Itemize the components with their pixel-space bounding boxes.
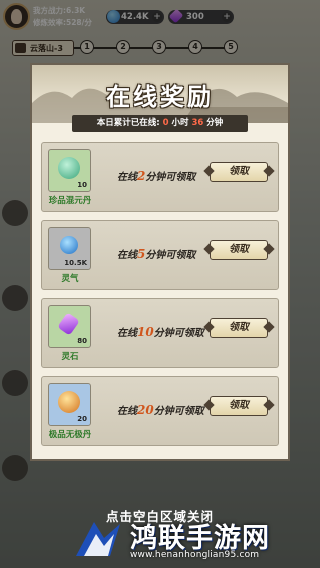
reward-item-box[interactable]: 10.5K: [48, 227, 91, 270]
reward-condition: 在线5分钟可领取: [117, 246, 195, 261]
reward-condition: 在线10分钟可领取: [117, 324, 204, 339]
reward-condition: 在线2分钟可领取: [117, 168, 195, 183]
cond-suffix: 分钟可领取: [153, 328, 204, 339]
claim-button[interactable]: 领取: [210, 318, 268, 338]
hunyuan-pill-icon: [58, 157, 80, 179]
watermark-url: www.henanhonglian95.com: [130, 550, 260, 560]
reward-item-name: 灵石: [61, 352, 79, 362]
spirit-stone-icon: [57, 312, 80, 336]
reward-condition: 在线20分钟可领取: [117, 402, 204, 417]
reward-item-box[interactable]: 80: [48, 305, 91, 348]
reward-count: 10: [77, 181, 87, 189]
claim-button[interactable]: 领取: [210, 162, 268, 182]
cond-suffix: 分钟可领取: [145, 250, 196, 261]
reward-item-name: 灵气: [61, 274, 79, 284]
reward-count: 10.5K: [64, 259, 87, 267]
cond-suffix: 分钟可领取: [153, 406, 204, 417]
minutes-unit: 分钟: [203, 118, 224, 128]
online-minutes: 36: [191, 118, 204, 128]
cond-suffix: 分钟可领取: [145, 172, 196, 183]
reward-count: 80: [77, 337, 87, 345]
site-watermark: 鸿联手游网 www.henanhonglian95.com: [70, 514, 320, 568]
cond-minutes: 10: [137, 325, 154, 339]
bird-logo-icon: [76, 522, 120, 556]
reward-count: 20: [77, 415, 87, 423]
reward-row: 20 极品无极丹 在线20分钟可领取 领取: [41, 376, 279, 446]
reward-item-box[interactable]: 10: [48, 149, 91, 192]
online-reward-dialog: 在线奖励 本日累计已在线: 0 小时 36 分钟 10 珍品混元丹 在线2分钟可…: [30, 63, 290, 461]
online-time-bar: 本日累计已在线: 0 小时 36 分钟: [72, 115, 248, 132]
reward-row: 10.5K 灵气 在线5分钟可领取 领取: [41, 220, 279, 290]
reward-item-name: 珍品混元丹: [48, 196, 92, 206]
cond-minutes: 20: [137, 403, 154, 417]
reward-item-box[interactable]: 20: [48, 383, 91, 426]
wuji-pill-icon: [58, 391, 80, 413]
claim-button[interactable]: 领取: [210, 396, 268, 416]
spirit-qi-icon: [60, 236, 78, 254]
reward-row: 80 灵石 在线10分钟可领取 领取: [41, 298, 279, 368]
cond-prefix: 在线: [117, 250, 137, 261]
claim-button[interactable]: 领取: [210, 240, 268, 260]
online-time-prefix: 本日累计已在线:: [96, 118, 163, 128]
cond-prefix: 在线: [117, 328, 137, 339]
reward-item-name: 极品无极丹: [48, 430, 92, 440]
reward-row: 10 珍品混元丹 在线2分钟可领取 领取: [41, 142, 279, 212]
cond-prefix: 在线: [117, 406, 137, 417]
hours-unit: 小时: [168, 118, 192, 128]
dialog-title: 在线奖励: [106, 82, 214, 111]
cond-prefix: 在线: [117, 172, 137, 183]
